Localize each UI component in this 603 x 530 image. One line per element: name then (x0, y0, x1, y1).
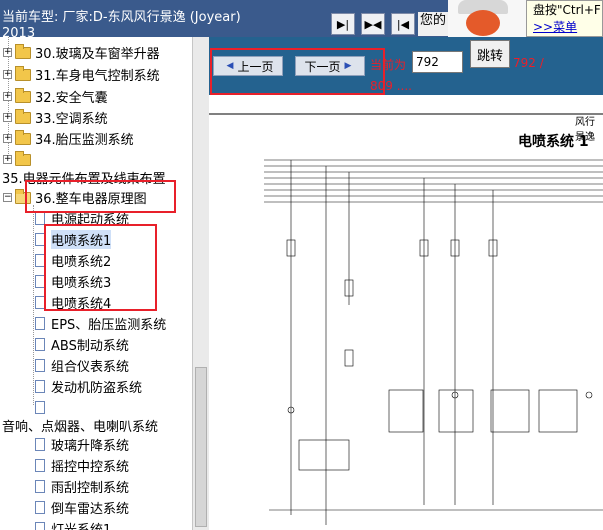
tree-item-label: 玻璃升降系统 (51, 439, 130, 454)
tree-item-label: EPS、胎压监测系统 (51, 318, 167, 333)
help-menu-link[interactable]: >>菜单 (533, 18, 602, 35)
document-viewer (209, 95, 603, 530)
expand-icon[interactable]: + (3, 92, 12, 101)
tree-doc-cluster[interactable]: 组合仪表系统 (35, 355, 129, 376)
tree-item-33[interactable]: + 33.空调系统 (3, 107, 108, 128)
folder-icon (15, 108, 31, 124)
tree-doc-window[interactable]: 玻璃升降系统 (35, 434, 129, 455)
tree-item-label: 34.胎压监测系统 (35, 133, 134, 148)
tree-item-31[interactable]: + 31.车身电气控制系统 (3, 64, 160, 85)
folder-icon (15, 65, 31, 81)
expand-icon[interactable]: + (3, 134, 12, 143)
tree-doc-eps[interactable]: EPS、胎压监测系统 (35, 313, 166, 334)
page-total-cont: 809 .... (370, 79, 412, 93)
current-page-label: 当前为 (370, 58, 407, 72)
tree-item-label: 雨刮控制系统 (51, 481, 130, 496)
tree-item-label: 31.车身电气控制系统 (35, 69, 160, 84)
document-icon (35, 522, 45, 530)
page-number-input[interactable]: 792 (412, 51, 463, 73)
tree-item-label: ABS制动系统 (51, 339, 129, 354)
folder-icon (15, 129, 31, 145)
expand-icon[interactable]: + (3, 155, 12, 164)
vehicle-title: 当前车型: 厂家:D-东风风行景逸 (Joyear) (2, 10, 241, 25)
tree-doc-remote[interactable]: 摇控中控系统 (35, 455, 129, 476)
document-icon (35, 438, 45, 451)
tree-doc-immo[interactable]: 发动机防盗系统 (35, 376, 142, 397)
tree-doc-audio[interactable]: 音响、点烟器、电喇叭系统 (2, 415, 158, 436)
tree-item-label: 32.安全气囊 (35, 91, 108, 106)
tree-item-label: 组合仪表系统 (51, 360, 130, 375)
page-total: 792 / (513, 56, 544, 70)
document-icon (35, 359, 45, 372)
folder-icon (15, 87, 31, 103)
folder-icon (15, 43, 31, 59)
tree-item-32[interactable]: + 32.安全气囊 (3, 86, 108, 107)
scrollbar-thumb[interactable] (195, 367, 207, 527)
tree-doc-wiper[interactable]: 雨刮控制系统 (35, 476, 129, 497)
expand-icon[interactable]: + (3, 48, 12, 57)
tree-doc-abs[interactable]: ABS制动系统 (35, 334, 129, 355)
tree-item-label: 倒车雷达系统 (51, 502, 130, 517)
tree-item-label: 灯光系统1 (51, 519, 111, 530)
document-icon (35, 501, 45, 514)
toolbar-text: 您的 (418, 12, 448, 36)
tree-item-34[interactable]: + 34.胎压监测系统 (3, 128, 134, 149)
first-page-icon[interactable]: ▶| (331, 13, 355, 35)
jump-button[interactable]: 跳转 (470, 40, 510, 68)
tree-item-label: 音响、点烟器、电喇叭系统 (2, 420, 159, 435)
last-page-icon[interactable]: |◀ (391, 13, 415, 35)
document-icon (35, 459, 45, 472)
document-title: 电喷系统 1 (518, 134, 589, 150)
tree-item-30[interactable]: + 30.玻璃及车窗举升器 (3, 42, 160, 63)
tree-item-label: 发动机防盗系统 (51, 381, 143, 396)
help-line1: 盘按"Ctrl+F (533, 3, 601, 17)
collapse-icon[interactable]: − (3, 193, 12, 202)
document-icon (35, 401, 45, 414)
document-icon (35, 317, 45, 330)
tree-item-label: 33.空调系统 (35, 112, 108, 127)
help-box: 盘按"Ctrl+F >>菜单 (526, 0, 603, 37)
highlight-box (210, 48, 385, 95)
expand-icon[interactable]: + (3, 70, 12, 79)
highlight-box (44, 224, 157, 311)
highlight-box (25, 180, 176, 213)
folder-icon (15, 150, 31, 166)
tree-item-label: 30.玻璃及车窗举升器 (35, 47, 160, 62)
tree-doc-light[interactable]: 灯光系统1 (35, 518, 111, 530)
expand-icon[interactable]: + (3, 113, 12, 122)
tree-scrollbar[interactable] (192, 37, 209, 530)
fit-page-icon[interactable]: ▶◀ (361, 13, 385, 35)
mascot-logo (448, 0, 526, 37)
tree-item-label: 摇控中控系统 (51, 460, 130, 475)
wiring-schematic (209, 113, 603, 525)
document-icon (35, 338, 45, 351)
document-icon (35, 380, 45, 393)
tree-doc-radar[interactable]: 倒车雷达系统 (35, 497, 129, 518)
document-icon (35, 480, 45, 493)
